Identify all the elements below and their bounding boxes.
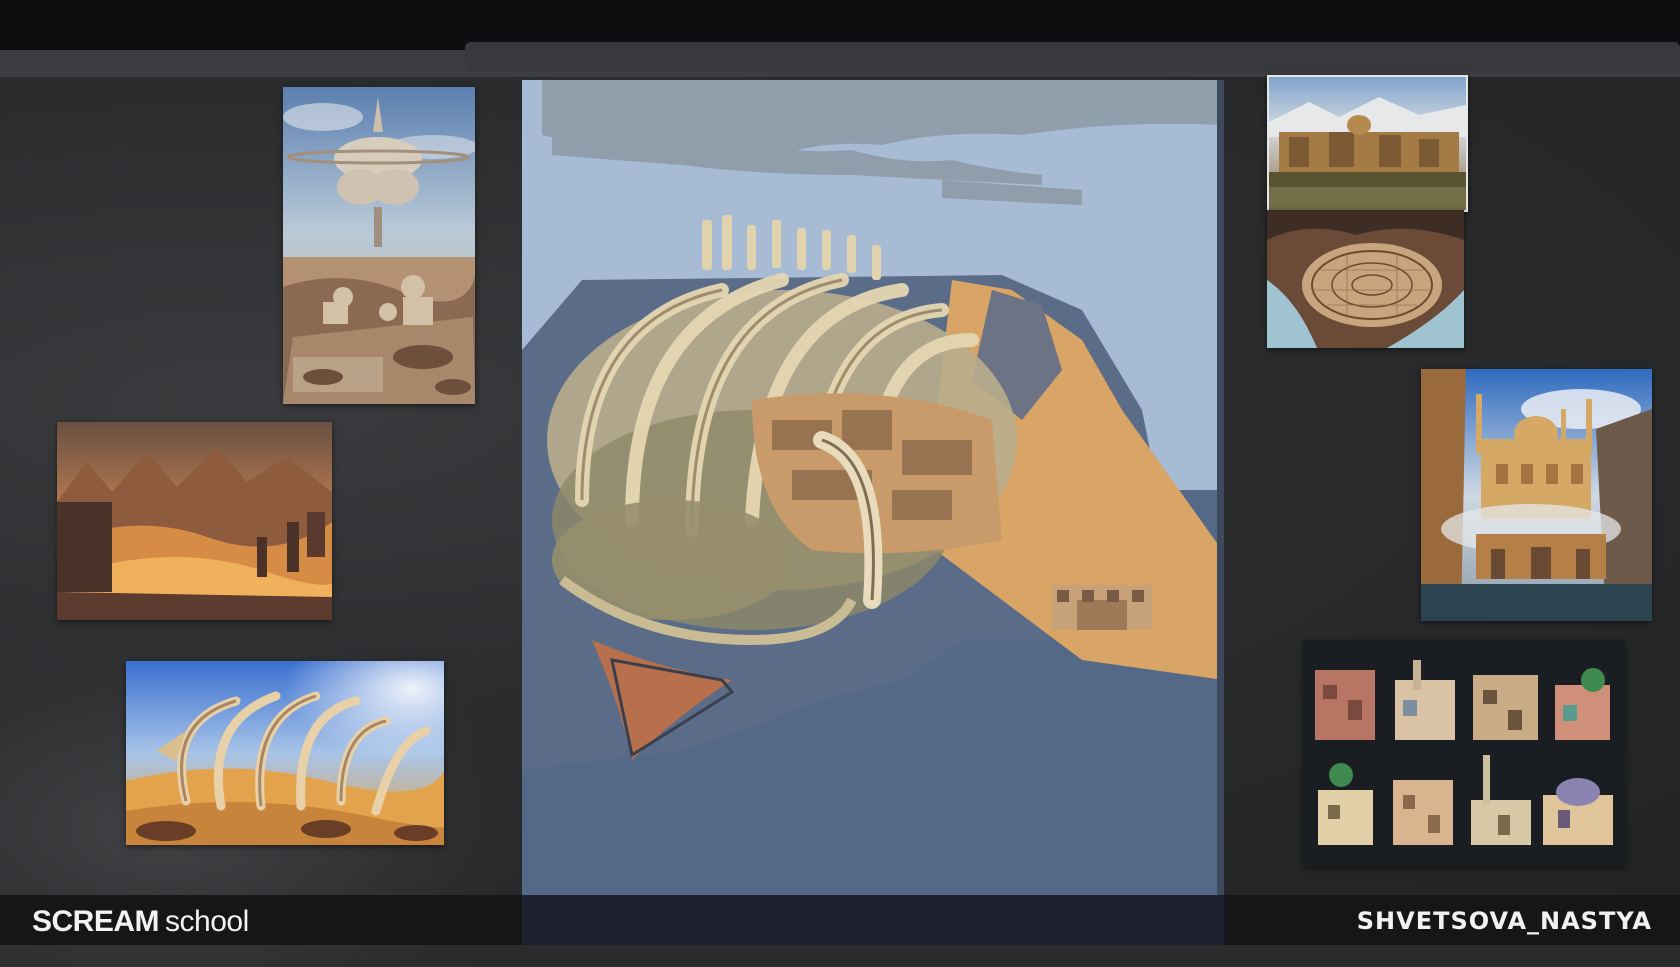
main-concept-painting	[522, 80, 1224, 895]
walled-city-reference	[1267, 75, 1468, 212]
scream-school-logo: SCREAM school	[32, 905, 249, 939]
buildings-sheet-reference	[1303, 640, 1625, 866]
footer-bar: SCREAM school SHVETSOVA_NASTYA	[0, 895, 1680, 945]
floating-palace-reference	[283, 87, 475, 404]
skeleton-desert-reference	[126, 661, 444, 845]
palace-gorge-reference	[1421, 369, 1652, 621]
desert-canyon-reference	[57, 422, 332, 620]
city-map-reference	[1267, 210, 1464, 348]
author-name: SHVETSOVA_NASTYA	[1356, 907, 1652, 935]
logo-light-text: school	[165, 905, 249, 938]
top-strip	[0, 42, 1680, 77]
logo-bold-text: SCREAM	[32, 905, 160, 938]
footer-canvas-strip	[522, 895, 1224, 945]
